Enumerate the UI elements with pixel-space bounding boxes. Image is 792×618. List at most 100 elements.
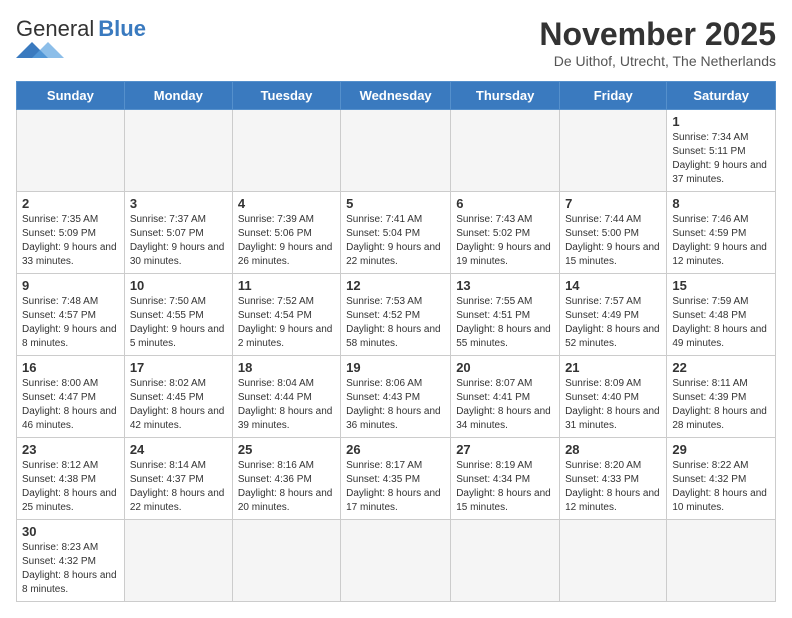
calendar-cell: 7Sunrise: 7:44 AM Sunset: 5:00 PM Daylig… xyxy=(560,192,667,274)
calendar-cell: 25Sunrise: 8:16 AM Sunset: 4:36 PM Dayli… xyxy=(232,438,340,520)
day-number: 27 xyxy=(456,442,554,457)
title-block: November 2025 De Uithof, Utrecht, The Ne… xyxy=(539,16,776,69)
calendar-week-row: 30 Sunrise: 8:23 AM Sunset: 4:32 PM Dayli… xyxy=(17,520,776,602)
day-info: Sunrise: 7:52 AM Sunset: 4:54 PM Dayligh… xyxy=(238,295,335,351)
calendar-cell xyxy=(341,110,451,192)
calendar-cell: 9 Sunrise: 7:48 AM Sunset: 4:57 PM Daylig… xyxy=(17,274,125,356)
day-number: 26 xyxy=(346,442,445,457)
day-info: Sunrise: 8:22 AM Sunset: 4:32 PM Dayligh… xyxy=(672,459,770,515)
calendar-cell: 28Sunrise: 8:20 AM Sunset: 4:33 PM Dayli… xyxy=(560,438,667,520)
day-number: 11 xyxy=(238,278,335,293)
calendar-cell: 6 Sunrise: 7:43 AM Sunset: 5:02 PM Daylig… xyxy=(451,192,560,274)
day-of-week-header: Thursday xyxy=(451,82,560,110)
day-of-week-header: Saturday xyxy=(667,82,776,110)
day-info: Sunrise: 8:17 AM Sunset: 4:35 PM Dayligh… xyxy=(346,459,445,515)
day-of-week-header: Sunday xyxy=(17,82,125,110)
calendar-cell: 12Sunrise: 7:53 AM Sunset: 4:52 PM Dayli… xyxy=(341,274,451,356)
calendar-cell xyxy=(232,110,340,192)
day-info: Sunrise: 8:09 AM Sunset: 4:40 PM Dayligh… xyxy=(565,377,661,433)
day-info: Sunrise: 8:00 AM Sunset: 4:47 PM Dayligh… xyxy=(22,377,119,433)
day-info: Sunrise: 7:41 AM Sunset: 5:04 PM Dayligh… xyxy=(346,213,445,269)
day-number: 7 xyxy=(565,196,661,211)
calendar-cell: 23Sunrise: 8:12 AM Sunset: 4:38 PM Dayli… xyxy=(17,438,125,520)
day-info: Sunrise: 8:06 AM Sunset: 4:43 PM Dayligh… xyxy=(346,377,445,433)
day-info: Sunrise: 8:04 AM Sunset: 4:44 PM Dayligh… xyxy=(238,377,335,433)
calendar-cell: 13Sunrise: 7:55 AM Sunset: 4:51 PM Dayli… xyxy=(451,274,560,356)
calendar-cell xyxy=(560,520,667,602)
calendar-cell: 21 Sunrise: 8:09 AM Sunset: 4:40 PM Dayli… xyxy=(560,356,667,438)
logo-icon xyxy=(16,42,64,58)
day-info: Sunrise: 8:16 AM Sunset: 4:36 PM Dayligh… xyxy=(238,459,335,515)
day-number: 28 xyxy=(565,442,661,457)
day-number: 6 xyxy=(456,196,554,211)
calendar-cell: 17 Sunrise: 8:02 AM Sunset: 4:45 PM Dayli… xyxy=(124,356,232,438)
day-of-week-header: Wednesday xyxy=(341,82,451,110)
calendar-week-row: 2Sunrise: 7:35 AM Sunset: 5:09 PM Daylig… xyxy=(17,192,776,274)
day-info: Sunrise: 7:34 AM Sunset: 5:11 PM Dayligh… xyxy=(672,131,770,187)
day-number: 9 xyxy=(22,278,119,293)
day-info: Sunrise: 7:48 AM Sunset: 4:57 PM Dayligh… xyxy=(22,295,119,351)
calendar-cell: 15Sunrise: 7:59 AM Sunset: 4:48 PM Dayli… xyxy=(667,274,776,356)
day-number: 21 xyxy=(565,360,661,375)
calendar-cell: 16 Sunrise: 8:00 AM Sunset: 4:47 PM Dayli… xyxy=(17,356,125,438)
calendar-cell: 29 Sunrise: 8:22 AM Sunset: 4:32 PM Dayli… xyxy=(667,438,776,520)
day-info: Sunrise: 8:23 AM Sunset: 4:32 PM Dayligh… xyxy=(22,541,119,597)
calendar-cell: 24 Sunrise: 8:14 AM Sunset: 4:37 PM Dayli… xyxy=(124,438,232,520)
month-title: November 2025 xyxy=(539,16,776,53)
day-number: 30 xyxy=(22,524,119,539)
day-info: Sunrise: 8:02 AM Sunset: 4:45 PM Dayligh… xyxy=(130,377,227,433)
location: De Uithof, Utrecht, The Netherlands xyxy=(539,53,776,69)
day-info: Sunrise: 8:11 AM Sunset: 4:39 PM Dayligh… xyxy=(672,377,770,433)
calendar-cell xyxy=(124,110,232,192)
calendar-cell: 18Sunrise: 8:04 AM Sunset: 4:44 PM Dayli… xyxy=(232,356,340,438)
day-number: 1 xyxy=(672,114,770,129)
day-number: 5 xyxy=(346,196,445,211)
day-number: 13 xyxy=(456,278,554,293)
day-info: Sunrise: 8:19 AM Sunset: 4:34 PM Dayligh… xyxy=(456,459,554,515)
calendar-cell: 27 Sunrise: 8:19 AM Sunset: 4:34 PM Dayli… xyxy=(451,438,560,520)
day-number: 8 xyxy=(672,196,770,211)
calendar-cell: 2Sunrise: 7:35 AM Sunset: 5:09 PM Daylig… xyxy=(17,192,125,274)
day-info: Sunrise: 7:35 AM Sunset: 5:09 PM Dayligh… xyxy=(22,213,119,269)
calendar-cell: 14 Sunrise: 7:57 AM Sunset: 4:49 PM Dayli… xyxy=(560,274,667,356)
calendar-cell: 8 Sunrise: 7:46 AM Sunset: 4:59 PM Daylig… xyxy=(667,192,776,274)
day-info: Sunrise: 8:14 AM Sunset: 4:37 PM Dayligh… xyxy=(130,459,227,515)
calendar-cell: 11 Sunrise: 7:52 AM Sunset: 4:54 PM Dayli… xyxy=(232,274,340,356)
day-number: 29 xyxy=(672,442,770,457)
calendar-cell xyxy=(232,520,340,602)
calendar-cell xyxy=(451,110,560,192)
day-number: 19 xyxy=(346,360,445,375)
day-info: Sunrise: 7:57 AM Sunset: 4:49 PM Dayligh… xyxy=(565,295,661,351)
day-info: Sunrise: 8:07 AM Sunset: 4:41 PM Dayligh… xyxy=(456,377,554,433)
calendar-cell: 19 Sunrise: 8:06 AM Sunset: 4:43 PM Dayli… xyxy=(341,356,451,438)
day-number: 20 xyxy=(456,360,554,375)
day-number: 17 xyxy=(130,360,227,375)
calendar-cell: 1 Sunrise: 7:34 AM Sunset: 5:11 PM Daylig… xyxy=(667,110,776,192)
day-info: Sunrise: 8:12 AM Sunset: 4:38 PM Dayligh… xyxy=(22,459,119,515)
calendar-week-row: 23Sunrise: 8:12 AM Sunset: 4:38 PM Dayli… xyxy=(17,438,776,520)
day-number: 16 xyxy=(22,360,119,375)
logo: General Blue xyxy=(16,16,146,58)
calendar-cell: 3Sunrise: 7:37 AM Sunset: 5:07 PM Daylig… xyxy=(124,192,232,274)
calendar-cell: 20 Sunrise: 8:07 AM Sunset: 4:41 PM Dayli… xyxy=(451,356,560,438)
day-number: 22 xyxy=(672,360,770,375)
day-of-week-header: Monday xyxy=(124,82,232,110)
day-of-week-header: Tuesday xyxy=(232,82,340,110)
day-info: Sunrise: 7:43 AM Sunset: 5:02 PM Dayligh… xyxy=(456,213,554,269)
day-number: 14 xyxy=(565,278,661,293)
day-number: 10 xyxy=(130,278,227,293)
day-info: Sunrise: 7:46 AM Sunset: 4:59 PM Dayligh… xyxy=(672,213,770,269)
calendar-table: SundayMondayTuesdayWednesdayThursdayFrid… xyxy=(16,81,776,602)
calendar-cell xyxy=(451,520,560,602)
day-number: 24 xyxy=(130,442,227,457)
day-info: Sunrise: 7:53 AM Sunset: 4:52 PM Dayligh… xyxy=(346,295,445,351)
calendar-header-row: SundayMondayTuesdayWednesdayThursdayFrid… xyxy=(17,82,776,110)
day-info: Sunrise: 7:59 AM Sunset: 4:48 PM Dayligh… xyxy=(672,295,770,351)
logo-general: General xyxy=(16,16,94,42)
page-header: General Blue November 2025 De Uithof, Ut… xyxy=(16,16,776,69)
calendar-cell xyxy=(667,520,776,602)
logo-blue: Blue xyxy=(98,16,146,42)
calendar-cell: 30 Sunrise: 8:23 AM Sunset: 4:32 PM Dayli… xyxy=(17,520,125,602)
day-of-week-header: Friday xyxy=(560,82,667,110)
calendar-cell: 10Sunrise: 7:50 AM Sunset: 4:55 PM Dayli… xyxy=(124,274,232,356)
